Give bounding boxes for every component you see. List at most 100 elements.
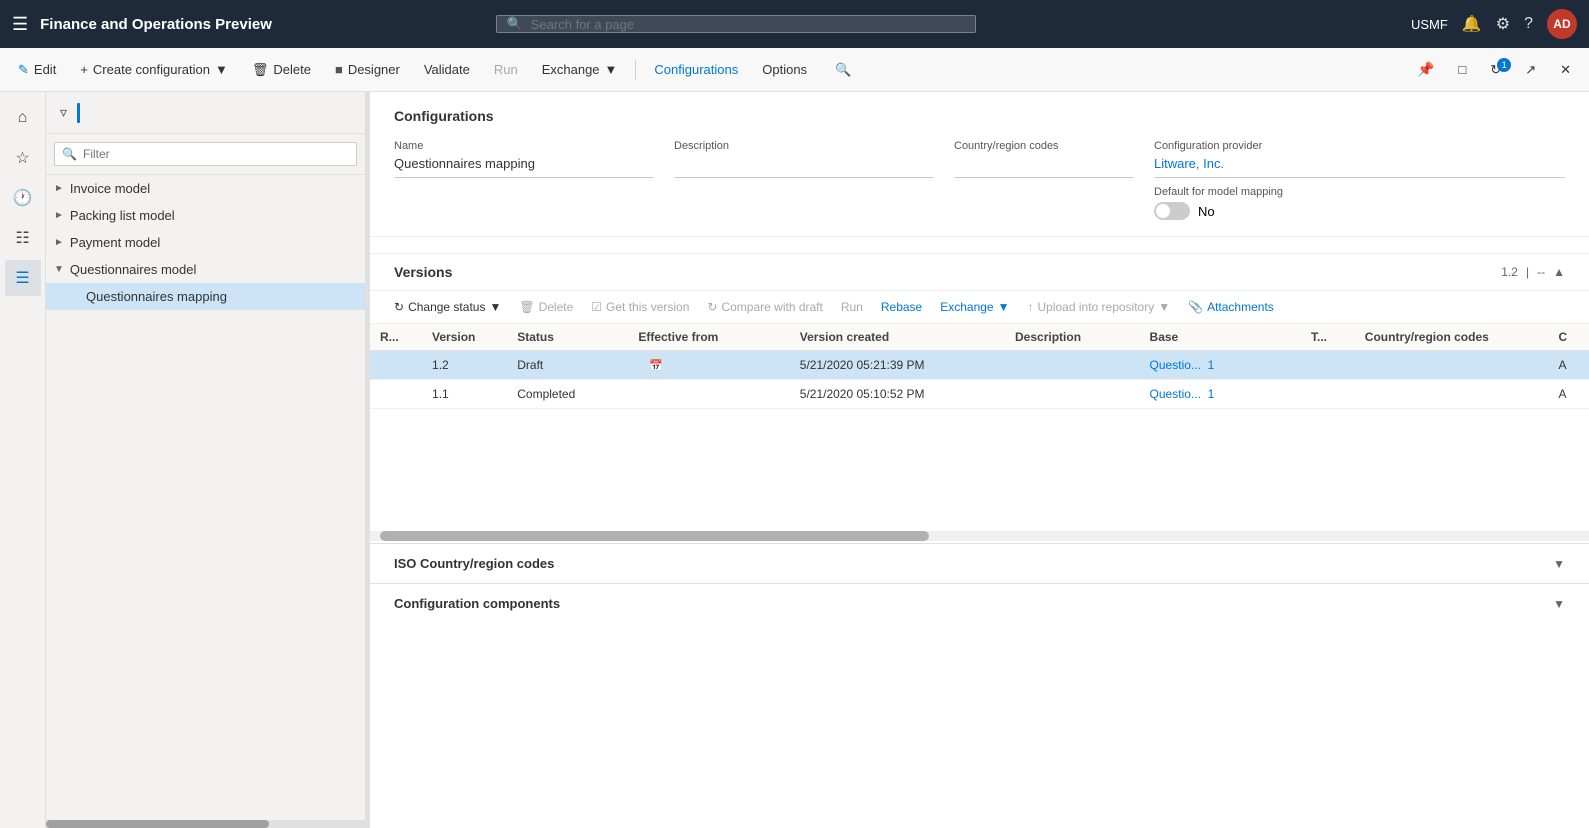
compare-with-draft-button[interactable]: ↻ Compare with draft	[699, 297, 830, 317]
versions-table: R... Version Status Effective from Versi…	[370, 324, 1589, 409]
versions-exchange-button[interactable]: Exchange ▼	[932, 297, 1017, 317]
change-status-button[interactable]: ↻ Change status ▼	[386, 297, 509, 317]
cmd-separator-1	[635, 60, 636, 80]
get-this-version-button[interactable]: ☑ Get this version	[583, 297, 697, 317]
calendar-icon[interactable]: 📅	[649, 360, 663, 372]
versions-delete-button[interactable]: 🗑 Delete	[511, 297, 581, 317]
exchange-chevron-icon: ▼	[605, 62, 618, 77]
tree-search-icon: 🔍	[62, 147, 77, 161]
versions-toolbar: ↻ Change status ▼ 🗑 Delete ☑ Get this ve…	[370, 291, 1589, 324]
tree-item-packing-list-model[interactable]: ► Packing list model	[46, 202, 365, 229]
refresh-button[interactable]: ↻ 1	[1480, 58, 1511, 82]
username-label: USMF	[1411, 17, 1448, 32]
cell-status-1: Draft	[507, 351, 628, 380]
open-in-new-button[interactable]: ↗	[1515, 58, 1546, 82]
col-header-effective[interactable]: Effective from	[628, 324, 789, 351]
pin-button[interactable]: 📌	[1407, 57, 1444, 82]
config-country-value	[954, 156, 1134, 178]
plus-icon: +	[80, 62, 88, 77]
config-name-group: Name Questionnaires mapping	[394, 140, 674, 220]
search-icon: 🔍	[507, 16, 523, 32]
sidebar-icon-favorites[interactable]: ☆	[5, 140, 41, 176]
close-button[interactable]: ✕	[1550, 58, 1581, 82]
cell-effective-1: 📅	[628, 351, 789, 380]
options-button[interactable]: Options	[752, 58, 817, 81]
cell-country-1	[1355, 351, 1549, 380]
table-horizontal-scrollbar[interactable]	[370, 531, 1589, 541]
tree-item-questionnaires-mapping[interactable]: Questionnaires mapping	[46, 283, 365, 310]
help-icon[interactable]: ?	[1524, 15, 1533, 33]
delete-icon: 🗑	[252, 62, 269, 78]
global-search[interactable]: 🔍	[496, 15, 976, 33]
col-header-description[interactable]: Description	[1005, 324, 1140, 351]
tree-horizontal-scrollbar[interactable]	[46, 820, 365, 828]
create-configuration-button[interactable]: + Create configuration ▼	[70, 58, 238, 81]
sidebar-icon-workspaces[interactable]: ☷	[5, 220, 41, 256]
versions-run-button[interactable]: Run	[833, 297, 871, 317]
versions-version-num: 1.2	[1501, 265, 1518, 279]
tree-item-payment-model[interactable]: ► Payment model	[46, 229, 365, 256]
filter-icon[interactable]: ▿	[54, 98, 73, 127]
edit-button[interactable]: ✎ Edit	[8, 58, 66, 82]
cell-base-1: Questio... 1	[1140, 351, 1301, 380]
iso-accordion-section[interactable]: ISO Country/region codes ▼	[370, 543, 1589, 583]
col-header-country[interactable]: Country/region codes	[1355, 324, 1549, 351]
sidebar-icon-home[interactable]: ⌂	[5, 100, 41, 136]
provider-group: Configuration provider Litware, Inc.	[1154, 140, 1565, 178]
cell-desc-2	[1005, 380, 1140, 409]
user-avatar[interactable]: AD	[1547, 9, 1577, 39]
tree-item-questionnaires-model[interactable]: ▼ Questionnaires model	[46, 256, 365, 283]
cell-c-1: A	[1549, 351, 1589, 380]
provider-label: Configuration provider	[1154, 140, 1565, 152]
col-header-version[interactable]: Version	[422, 324, 507, 351]
delete-button[interactable]: 🗑 Delete	[242, 58, 321, 82]
versions-exchange-chevron-icon: ▼	[998, 300, 1010, 314]
designer-icon: ■	[335, 62, 343, 77]
rebase-button[interactable]: Rebase	[873, 297, 930, 317]
search-input[interactable]	[531, 17, 965, 32]
tree-filter-input[interactable]	[54, 142, 357, 166]
search-filter-icon: 🔍	[835, 62, 851, 78]
versions-section: Versions 1.2 | -- ▲ ↻ Change status ▼ 🗑 …	[370, 253, 1589, 541]
col-header-created[interactable]: Version created	[790, 324, 1005, 351]
search-filter-button[interactable]: 🔍	[825, 58, 861, 82]
configurations-button[interactable]: Configurations	[644, 58, 748, 81]
provider-value[interactable]: Litware, Inc.	[1154, 156, 1565, 178]
default-mapping-group: Default for model mapping No	[1154, 186, 1565, 220]
versions-separator: |	[1526, 265, 1529, 279]
upload-into-repo-button[interactable]: ↑ Upload into repository ▼	[1020, 297, 1179, 317]
config-section-title: Configurations	[394, 108, 1565, 124]
hamburger-icon[interactable]: ☰	[12, 14, 28, 35]
validate-button[interactable]: Validate	[414, 58, 480, 81]
cell-t-2	[1301, 380, 1355, 409]
iso-chevron-down-icon: ▼	[1553, 557, 1565, 571]
run-button[interactable]: Run	[484, 58, 528, 81]
tree-item-invoice-model[interactable]: ► Invoice model	[46, 175, 365, 202]
notifications-icon[interactable]: 🔔	[1462, 14, 1482, 34]
expand-button[interactable]: □	[1448, 58, 1476, 81]
col-header-status[interactable]: Status	[507, 324, 628, 351]
table-row[interactable]: 1.2 Draft 📅 5/21/2020 05:21:39 PM Questi…	[370, 351, 1589, 380]
cell-created-1: 5/21/2020 05:21:39 PM	[790, 351, 1005, 380]
get-version-icon: ☑	[591, 300, 602, 314]
create-config-chevron-icon: ▼	[215, 62, 228, 77]
exchange-button[interactable]: Exchange ▼	[532, 58, 628, 81]
sidebar-icon-list[interactable]: ☰	[5, 260, 41, 296]
attachments-button[interactable]: 📎 Attachments	[1180, 297, 1282, 317]
versions-delete-icon: 🗑	[519, 300, 534, 314]
table-row[interactable]: 1.1 Completed 5/21/2020 05:10:52 PM Ques…	[370, 380, 1589, 409]
versions-chevron-up-icon[interactable]: ▲	[1553, 265, 1565, 279]
cell-version-2: 1.1	[422, 380, 507, 409]
designer-button[interactable]: ■ Designer	[325, 58, 410, 81]
col-header-base[interactable]: Base	[1140, 324, 1301, 351]
config-components-accordion-section[interactable]: Configuration components ▼	[370, 583, 1589, 623]
settings-icon[interactable]: ⚙	[1496, 14, 1510, 34]
cmd-right-area: 📌 □ ↻ 1 ↗ ✕	[1407, 57, 1581, 82]
default-mapping-toggle[interactable]	[1154, 202, 1190, 220]
edit-icon: ✎	[18, 62, 29, 78]
cell-base-2: Questio... 1	[1140, 380, 1301, 409]
command-bar: ✎ Edit + Create configuration ▼ 🗑 Delete…	[0, 48, 1589, 92]
versions-header: Versions 1.2 | -- ▲	[370, 253, 1589, 291]
sidebar-icon-recent[interactable]: 🕐	[5, 180, 41, 216]
config-country-group: Country/region codes	[954, 140, 1154, 220]
